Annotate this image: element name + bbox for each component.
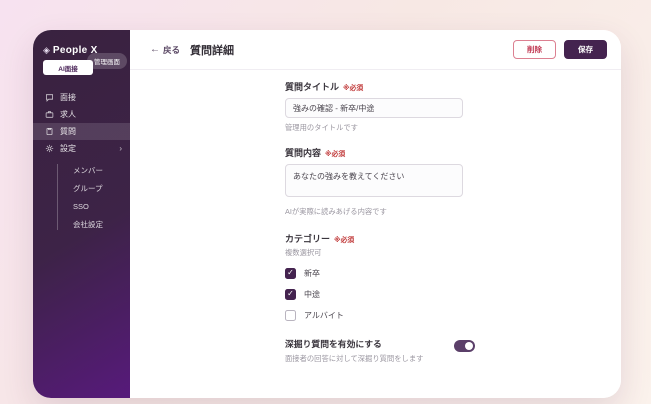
category-label: カテゴリー ※必須 [285, 232, 475, 245]
question-title-label: 質問タイトル ※必須 [285, 80, 475, 93]
sidebar-item-label: 面接 [60, 93, 76, 102]
followup-label: 深掘り質問を有効にする [285, 339, 382, 349]
question-form: 質問タイトル ※必須 管理用のタイトルです 質問内容 ※必須 あなたの強みを教え… [285, 80, 475, 364]
sidebar-subitem-company-settings[interactable]: 会社設定 [33, 216, 130, 234]
sidebar-item-label: 質問 [60, 127, 76, 136]
required-badge: ※必須 [343, 85, 364, 92]
back-button[interactable]: ← 戻る [150, 44, 180, 56]
diamond-icon: ◈ [43, 45, 50, 55]
category-helper: 複数選択可 [285, 248, 322, 257]
briefcase-icon [45, 110, 54, 119]
admin-mode-badge[interactable]: 管理画面 [87, 53, 127, 69]
followup-toggle[interactable] [454, 340, 475, 352]
delete-button[interactable]: 削除 [513, 40, 556, 59]
sidebar-subitem-groups[interactable]: グループ [33, 180, 130, 198]
label-text: 質問内容 [285, 148, 322, 158]
checkbox-row-part-time[interactable]: アルバイト [285, 309, 475, 321]
sidebar-item-jobs[interactable]: 求人 [33, 106, 130, 123]
chat-bubble-icon [45, 93, 54, 102]
followup-text: 深掘り質問を有効にする 面接者の回答に対して深掘り質問をします [285, 337, 454, 364]
followup-section: 深掘り質問を有効にする 面接者の回答に対して深掘り質問をします [285, 337, 475, 364]
app-window: ◈ People X AI面接 管理画面 面接 求人 質問 設定 › メンバー … [33, 30, 621, 398]
arrow-left-icon: ← [150, 43, 160, 55]
checkbox-label: 中途 [304, 289, 320, 299]
sidebar-item-questions[interactable]: 質問 [33, 123, 130, 140]
checkbox-mid-career[interactable] [285, 288, 296, 300]
question-content-textarea[interactable]: あなたの強みを教えてください [285, 164, 463, 197]
sidebar-item-label: 求人 [60, 110, 76, 119]
sidebar-menu: 面接 求人 質問 設定 › メンバー グループ SSO 会社設定 [33, 89, 130, 234]
checkbox-label: 新卒 [304, 268, 320, 278]
required-badge: ※必須 [334, 237, 355, 244]
checkbox-row-new-grad[interactable]: 新卒 [285, 267, 475, 279]
main-content: ← 戻る 質問詳細 削除 保存 質問タイトル ※必須 管理用のタイトルです 質問… [130, 30, 621, 398]
question-content-label: 質問内容 ※必須 [285, 146, 475, 159]
header-actions: 削除 保存 [513, 40, 607, 59]
chevron-right-icon: › [119, 144, 122, 153]
label-text: 質問タイトル [285, 82, 340, 92]
label-text: カテゴリー [285, 234, 331, 244]
page-title: 質問詳細 [190, 44, 235, 57]
save-button[interactable]: 保存 [564, 40, 607, 59]
sidebar-subitem-sso[interactable]: SSO [33, 198, 130, 216]
sidebar-item-label: 設定 [60, 144, 76, 153]
clipboard-icon [45, 127, 54, 136]
sidebar: ◈ People X AI面接 管理画面 面接 求人 質問 設定 › メンバー … [33, 30, 130, 398]
checkbox-row-mid-career[interactable]: 中途 [285, 288, 475, 300]
question-title-helper: 管理用のタイトルです [285, 123, 358, 132]
toggle-knob [465, 342, 473, 350]
back-label: 戻る [163, 44, 181, 55]
checkbox-new-grad[interactable] [285, 267, 296, 279]
followup-helper: 面接者の回答に対して深掘り質問をします [285, 354, 424, 363]
product-badge: AI面接 [43, 60, 93, 75]
sidebar-item-interview[interactable]: 面接 [33, 89, 130, 106]
question-content-helper: AIが実際に読みあげる内容です [285, 207, 387, 216]
checkbox-label: アルバイト [304, 310, 344, 320]
question-title-input[interactable] [285, 98, 463, 118]
sidebar-item-settings[interactable]: 設定 › [33, 140, 130, 157]
settings-submenu: メンバー グループ SSO 会社設定 [33, 162, 130, 234]
required-badge: ※必須 [325, 151, 346, 158]
page-header: ← 戻る 質問詳細 削除 保存 [130, 30, 621, 70]
checkbox-part-time[interactable] [285, 309, 296, 321]
sidebar-subitem-members[interactable]: メンバー [33, 162, 130, 180]
gear-icon [45, 144, 54, 153]
